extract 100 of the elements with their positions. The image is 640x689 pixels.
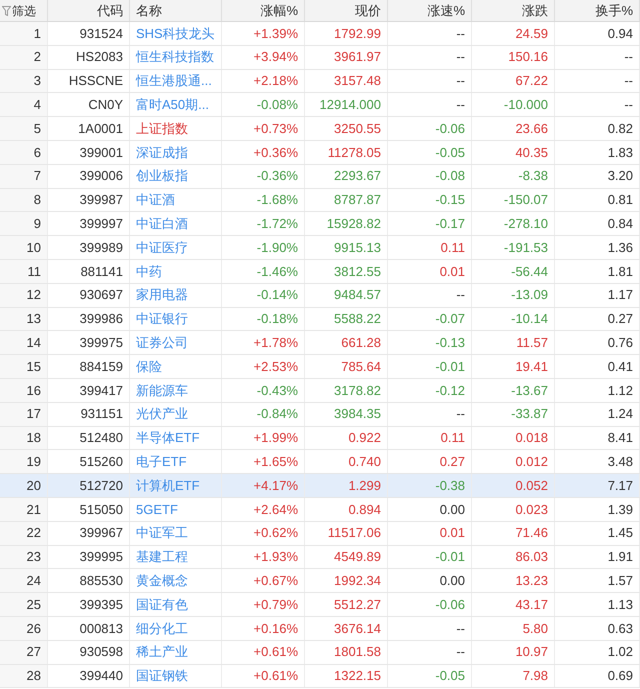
table-cell-text: --	[456, 72, 465, 90]
row-number: 1	[34, 24, 41, 43]
stock-name: 中证军工	[136, 524, 188, 542]
table-cell-text: 9915.13	[334, 238, 381, 257]
table-cell-text: +3.94%	[254, 48, 298, 66]
table-row[interactable]: 24 885530 黄金概念 +0.67% 1992.34 0.00 13.23 1.57	[0, 569, 640, 594]
row-number: 15	[26, 358, 41, 376]
table-row[interactable]: 12 930697 家用电器 -0.14% 9484.57 -- -13.09 1.17	[0, 284, 640, 308]
column-header[interactable]: 现价	[355, 0, 381, 20]
table-cell-text: 3157.48	[334, 72, 381, 90]
row-number: 12	[26, 286, 41, 304]
table-row[interactable]: 10 399989 中证医疗 -1.90% 9915.13 0.11 -191.53 1.36	[0, 236, 640, 260]
table-cell-text: 1.45	[608, 524, 633, 542]
table-cell-text: 8.41	[608, 429, 633, 448]
table-cell-text: --	[456, 643, 465, 662]
table-cell-text: 512720	[80, 476, 123, 495]
table-row[interactable]: 14 399975 证券公司 +1.78% 661.28 -0.13 11.57 0.76	[0, 331, 640, 356]
table-row[interactable]: 2 HS2083 恒生科技指数 +3.94% 3961.97 -- 150.16 --	[0, 46, 640, 70]
stock-name: 保险	[136, 358, 162, 376]
table-cell-text: --	[624, 96, 633, 114]
table-cell-text: -0.07	[435, 310, 465, 328]
table-row[interactable]: 6 399001 深证成指 +0.36% 11278.05 -0.05 40.35 1.83	[0, 140, 640, 165]
table-row[interactable]: 13 399986 中证银行 -0.18% 5588.22 -0.07 -10.14 0.27	[0, 308, 640, 332]
table-cell-text: 3.20	[608, 167, 633, 186]
stock-name: 证券公司	[136, 334, 188, 352]
table-cell-text: -0.15	[435, 191, 465, 210]
table-cell-text: 399395	[80, 596, 123, 614]
table-row[interactable]: 8 399987 中证酒 -1.68% 8787.87 -0.15 -150.07 0.81	[0, 188, 640, 212]
table-cell-text: --	[456, 48, 465, 66]
filter-button[interactable]: 筛选	[2, 4, 36, 16]
row-number: 13	[26, 310, 41, 328]
table-cell-text: -0.05	[435, 144, 465, 162]
row-number: 2	[34, 48, 41, 66]
table-cell-text: --	[456, 405, 465, 424]
table-cell-text: 931151	[80, 405, 123, 424]
table-cell-text: -0.05	[435, 667, 465, 686]
stock-name: 光伏产业	[136, 405, 188, 424]
row-number: 17	[26, 405, 41, 424]
table-cell-text: 1.24	[608, 405, 633, 424]
table-row[interactable]: 4 CN0Y 富时A50期... -0.08% 12914.000 -- -10.000 --	[0, 93, 640, 118]
column-header[interactable]: 换手%	[595, 0, 633, 20]
table-cell-text: -1.46%	[256, 262, 298, 281]
table-row[interactable]: 16 399417 新能源车 -0.43% 3178.82 -0.12 -13.67 1.12	[0, 378, 640, 403]
table-row[interactable]: 28 399440 国证钢铁 +0.61% 1322.15 -0.05 7.98 0.69	[0, 664, 640, 688]
column-header[interactable]: 名称	[136, 0, 162, 20]
table-row[interactable]: 18 512480 半导体ETF +1.99% 0.922 0.11 0.018 8.41	[0, 426, 640, 450]
table-row[interactable]: 11 881141 中药 -1.46% 3812.55 0.01 -56.44 1.81	[0, 260, 640, 284]
table-cell-text: 1.91	[608, 548, 633, 566]
table-row[interactable]: 5 1A0001 上证指数 +0.73% 3250.55 -0.06 23.66 0.82	[0, 117, 640, 141]
table-cell-text: 3984.35	[334, 405, 381, 424]
table-row[interactable]: 23 399995 基建工程 +1.93% 4549.89 -0.01 86.03 1.91	[0, 546, 640, 570]
table-cell-text: -0.08	[435, 167, 465, 186]
table-cell-text: -10.14	[511, 310, 548, 328]
table-cell-text: 9484.57	[334, 286, 381, 304]
table-row[interactable]: 26 000813 细分化工 +0.16% 3676.14 -- 5.80 0.63	[0, 616, 640, 641]
table-cell-text: 399995	[80, 548, 123, 566]
table-cell-text: 3.48	[608, 452, 633, 471]
row-number: 27	[26, 643, 41, 662]
table-cell-text: -1.68%	[256, 191, 298, 210]
stock-name: 国证钢铁	[136, 667, 188, 686]
table-cell-text: 3250.55	[334, 120, 381, 138]
table-row[interactable]: 22 399967 中证军工 +0.62% 11517.06 0.01 71.46 1.45	[0, 522, 640, 546]
stock-name: 恒生科技指数	[136, 48, 214, 66]
table-cell-text: -191.53	[504, 238, 548, 257]
table-cell-text: 5.80	[522, 620, 548, 638]
table-row[interactable]: 20 512720 计算机ETF +4.17% 1.299 -0.38 0.052 7.17	[0, 474, 640, 498]
column-header[interactable]: 代码	[97, 0, 123, 20]
table-row[interactable]: 1 931524 SHS科技龙头 +1.39% 1792.99 -- 24.59 0.94	[0, 22, 640, 46]
table-cell-text: 1.17	[608, 286, 633, 304]
stock-name: 国证有色	[136, 596, 188, 614]
table-cell-text: 0.01	[440, 262, 465, 281]
table-cell-text: +0.67%	[254, 572, 298, 590]
row-number: 14	[26, 334, 41, 352]
row-number: 26	[26, 620, 41, 638]
table-cell-text: 43.17	[515, 596, 548, 614]
column-header[interactable]: 涨速%	[427, 0, 465, 20]
column-header[interactable]: 涨幅%	[260, 0, 298, 20]
table-row[interactable]: 3 HSSCNE 恒生港股通... +2.18% 3157.48 -- 67.22 --	[0, 70, 640, 94]
table-cell-text: HSSCNE	[68, 72, 123, 90]
table-row[interactable]: 7 399006 创业板指 -0.36% 2293.67 -0.08 -8.38 3.20	[0, 164, 640, 189]
table-cell-text: 1.81	[608, 262, 633, 281]
table-cell-text: +1.65%	[254, 452, 298, 471]
table-row[interactable]: 25 399395 国证有色 +0.79% 5512.27 -0.06 43.17 1.13	[0, 593, 640, 617]
table-cell-text: -13.09	[511, 286, 548, 304]
column-header[interactable]: 涨跌	[522, 0, 548, 20]
table-cell-text: 515260	[80, 452, 123, 471]
table-cell-text: 1.13	[608, 596, 633, 614]
row-number: 24	[26, 572, 41, 590]
table-row[interactable]: 27 930598 稀土产业 +0.61% 1801.58 -- 10.97 1.02	[0, 640, 640, 665]
row-number: 6	[34, 144, 41, 162]
table-row[interactable]: 17 931151 光伏产业 -0.84% 3984.35 -- -33.87 1.24	[0, 402, 640, 427]
table-cell-text: 931524	[80, 24, 123, 43]
table-row[interactable]: 21 515050 5GETF +2.64% 0.894 0.00 0.023 1.39	[0, 498, 640, 522]
table-row[interactable]: 19 515260 电子ETF +1.65% 0.740 0.27 0.012 3.48	[0, 450, 640, 474]
stock-name: SHS科技龙头	[136, 24, 215, 43]
table-cell-text: 1.02	[608, 643, 633, 662]
table-row[interactable]: 15 884159 保险 +2.53% 785.64 -0.01 19.41 0.41	[0, 355, 640, 379]
table-cell-text: 512480	[80, 429, 123, 448]
table-row[interactable]: 9 399997 中证白酒 -1.72% 15928.82 -0.17 -278.10 0.84	[0, 212, 640, 236]
table-cell-text: 19.41	[515, 358, 548, 376]
